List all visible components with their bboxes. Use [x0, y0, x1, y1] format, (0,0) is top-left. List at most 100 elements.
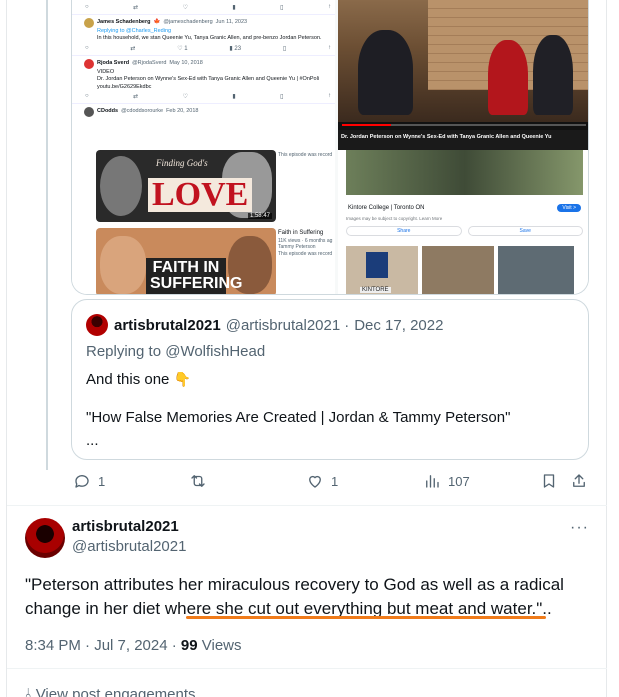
mini-name: James Schadenberg: [97, 19, 151, 26]
video-person-left: [358, 30, 413, 115]
retweet-icon: [191, 475, 205, 487]
crest-icon: [366, 252, 388, 278]
view-engagements-label: View post engagements: [35, 686, 196, 697]
tweet-timestamp[interactable]: 8:34 PM · Jul 7, 2024 ·: [25, 637, 181, 654]
mini-handle: @RjodaSverd: [132, 60, 167, 67]
quoted-date[interactable]: Dec 17, 2022: [354, 317, 443, 334]
views-number: 99: [180, 637, 198, 654]
highlight-underline: [186, 616, 546, 619]
bookmark-button[interactable]: [540, 472, 558, 490]
video-progress-bar: [342, 124, 586, 126]
video-frame: [338, 0, 588, 122]
media-tile-video-screenshot[interactable]: Dr. Jordan Peterson on Wynne's Sex-Ed wi…: [338, 0, 588, 150]
place-hero-image: [346, 150, 583, 195]
media-tile-podcasts[interactable]: Finding God's LOVE 1:58:47 This episode …: [72, 150, 335, 294]
mini-replying: Replying to @Charles_Reding: [97, 28, 172, 34]
reply-icon: [75, 475, 89, 488]
mini-share-icon: ↑: [327, 4, 331, 10]
media-tile-tweets-screenshot[interactable]: ○ ⇄ ♡ ▮ ▯ ↑ James Schadenberg 🍁 @jamesch…: [72, 0, 335, 150]
quoted-text-line-3: ...: [86, 432, 99, 449]
place-save-button: Save: [467, 226, 583, 236]
mini-bookmark-icon: ▯: [280, 94, 284, 101]
mini-views-icon: ▮: [232, 94, 236, 101]
place-actions: Share Save: [346, 226, 583, 236]
quoted-author-handle[interactable]: @artisbrutal2021: [226, 317, 340, 334]
place-visit-button: Visit >: [557, 204, 581, 212]
mini-action-row: ○ ⇄ ♡ ▮ ▯ ↑: [72, 91, 335, 105]
tweet-text: "Peterson attributes her miraculous reco…: [25, 575, 564, 618]
mini-reply-icon: ○: [85, 4, 89, 10]
place-title-row: Kintore College | Toronto ON Visit >: [346, 202, 583, 216]
mini-label: VIDEO: [97, 68, 115, 75]
retweet-button[interactable]: [189, 472, 214, 490]
divider: [7, 668, 607, 669]
podcast-duration: 1:58:47: [247, 213, 272, 219]
quoted-text-line-2: "How False Memories Are Created | Jordan…: [86, 409, 511, 426]
place-photo-3: [498, 246, 574, 294]
podcast-meta: Faith in Suffering 11K views · 6 months …: [278, 230, 334, 257]
podcast-meta-desc: This episode was record: [278, 250, 333, 257]
analytics-icon: [426, 475, 439, 488]
mini-tweet-2: Rjoda Sverd @RjodaSverd May 10, 2018 VID…: [72, 56, 335, 91]
author-handle[interactable]: @artisbrutal2021: [72, 538, 186, 555]
share-icon: [573, 474, 585, 487]
place-photo-2: [422, 246, 494, 294]
views-button[interactable]: 107: [423, 472, 470, 490]
quoted-tweet-header: artisbrutal2021 @artisbrutal2021 · Dec 1…: [86, 314, 443, 336]
mini-retweet-icon: ⇄: [133, 5, 139, 11]
reply-button[interactable]: 1: [73, 472, 105, 490]
mini-tweet-1: James Schadenberg 🍁 @jameschadenberg Jun…: [72, 15, 335, 43]
mini-like-icon: ♡: [182, 5, 188, 11]
mini-share-icon: ↑: [327, 44, 331, 51]
mini-handle: @cdoddsorourke: [121, 108, 164, 115]
mini-body: In this household, we stan Queenie Yu, T…: [97, 35, 322, 42]
views-label: Views: [197, 637, 242, 654]
like-button[interactable]: 1: [306, 472, 338, 490]
engagements-icon: ⫰: [25, 686, 36, 697]
more-options-icon[interactable]: ···: [570, 519, 589, 537]
avatar[interactable]: [86, 314, 108, 336]
quoted-text: And this one: [86, 371, 170, 388]
author-name[interactable]: artisbrutal2021: [72, 518, 179, 535]
podcast-thumbnail-faith: FAITH IN SUFFERING: [96, 228, 276, 294]
quoted-tweet[interactable]: artisbrutal2021 @artisbrutal2021 · Dec 1…: [71, 299, 589, 460]
mini-flag: 🍁: [153, 19, 161, 26]
share-button[interactable]: [570, 472, 588, 490]
avatar[interactable]: [25, 518, 65, 558]
podcast-title-art: FAITH IN SUFFERING: [146, 258, 242, 294]
mini-action-row: ○ ⇄ ♡ 1 ▮ 23 ▯ ↑: [72, 43, 335, 56]
mini-date: May 10, 2018: [169, 60, 203, 67]
reply-count: 1: [98, 473, 106, 489]
mini-like-count: 1: [184, 45, 188, 52]
video-person-right: [533, 35, 573, 115]
replying-to: Replying to @WolfishHead: [86, 343, 266, 360]
mini-reply-icon: ○: [85, 93, 89, 100]
views-count: 107: [448, 473, 470, 489]
mini-name: Rjoda Sverd: [97, 60, 130, 67]
media-attachment-grid[interactable]: ○ ⇄ ♡ ▮ ▯ ↑ James Schadenberg 🍁 @jamesch…: [71, 0, 589, 295]
quoted-text-line-1: And this one 👇: [86, 370, 191, 390]
mini-retweet-icon: ⇄: [130, 45, 136, 52]
view-post-engagements-link[interactable]: ⫰ View post engagements: [25, 686, 196, 697]
mini-avatar: [84, 107, 94, 118]
place-subtitle: Images may be subject to copyright. Lear…: [346, 216, 443, 221]
place-share-button: Share: [346, 226, 462, 236]
podcast-title-art: LOVE: [148, 178, 253, 212]
tweet-action-bar: 1 1 107: [0, 472, 619, 496]
mini-body: Dr. Jordan Peterson on Wynne's Sex-Ed wi…: [97, 76, 320, 90]
mini-handle: @jameschadenberg: [163, 19, 213, 26]
place-sign-text: KINTORE: [360, 287, 391, 293]
video-person-middle: [488, 40, 528, 115]
media-tile-place-card[interactable]: Kintore College | Toronto ON Visit > Ima…: [338, 150, 588, 294]
separator-dot: ·: [344, 316, 350, 334]
place-title: Kintore College | Toronto ON: [348, 205, 425, 211]
mini-name: CDodds: [97, 108, 119, 115]
heart-icon: [309, 475, 321, 488]
podcast-meta-title: Faith in Suffering: [278, 230, 324, 236]
podcast-meta: This episode was record: [278, 152, 333, 158]
mini-bookmark-icon: ▯: [282, 45, 287, 52]
thread-connector-line: [46, 0, 48, 470]
bookmark-icon: [543, 474, 555, 488]
quoted-author-name[interactable]: artisbrutal2021: [114, 317, 221, 334]
mini-views-icon: ▮: [232, 5, 236, 11]
